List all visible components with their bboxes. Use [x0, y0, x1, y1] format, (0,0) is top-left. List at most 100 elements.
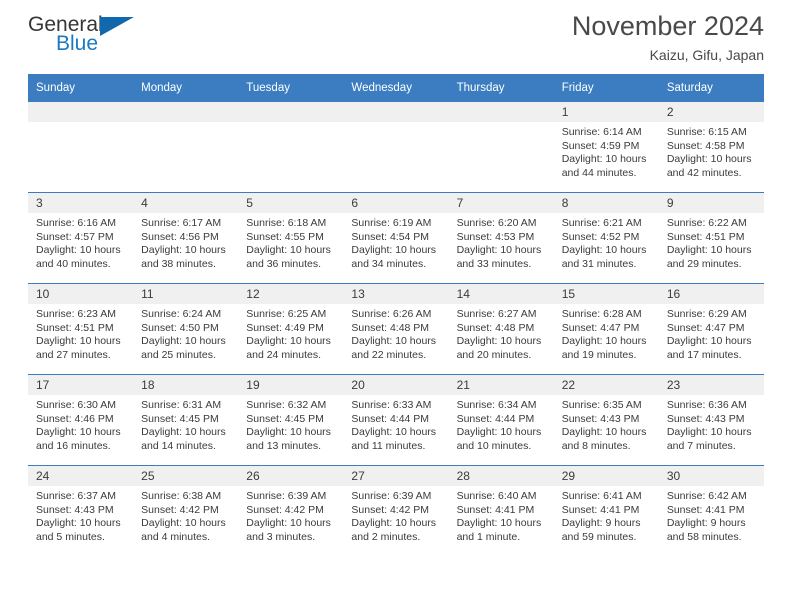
daylight-duration-line1: Daylight: 10 hours [141, 244, 226, 256]
sunrise-time: Sunrise: 6:32 AM [246, 399, 327, 411]
daylight-duration-line1: Daylight: 10 hours [36, 426, 121, 438]
calendar-day-cell[interactable]: 25 Sunrise: 6:38 AM Sunset: 4:42 PM Dayligh… [133, 465, 239, 556]
daylight-duration-line1: Daylight: 10 hours [456, 517, 542, 529]
sunrise-time: Sunrise: 6:38 AM [141, 490, 222, 502]
calendar-day-cell[interactable]: 2 Sunrise: 6:15 AM Sunset: 4:58 PM Daylight… [658, 102, 764, 193]
daylight-duration-line1: Daylight: 9 hours [666, 517, 746, 529]
daylight-duration-line1: Daylight: 10 hours [246, 517, 331, 529]
sunrise-time: Sunrise: 6:20 AM [456, 217, 537, 229]
sunrise-time: Sunrise: 6:16 AM [36, 217, 116, 229]
daylight-duration-line2: and 29 minutes. [666, 257, 742, 270]
daylight-duration-line1: Daylight: 10 hours [36, 335, 121, 347]
daylight-duration-line1: Daylight: 10 hours [666, 426, 752, 438]
daylight-duration-line1: Daylight: 10 hours [246, 244, 331, 256]
day-number: 6 [343, 193, 449, 213]
day-sun-info: Sunrise: 6:26 AM Sunset: 4:48 PM Daylight:… [343, 304, 448, 362]
calendar-day-cell[interactable]: 6 Sunrise: 6:19 AM Sunset: 4:54 PM Daylight… [343, 192, 449, 284]
calendar-day-cell[interactable]: 15 Sunrise: 6:28 AM Sunset: 4:47 PM Dayligh… [553, 283, 659, 375]
day-number: 19 [238, 375, 344, 395]
day-number: 10 [28, 284, 134, 304]
day-number [238, 102, 344, 122]
day-sun-info: Sunrise: 6:22 AM Sunset: 4:51 PM Daylight:… [659, 213, 764, 271]
calendar-day-cell[interactable]: 9 Sunrise: 6:22 AM Sunset: 4:51 PM Daylight… [658, 192, 764, 284]
sunrise-time: Sunrise: 6:41 AM [561, 490, 642, 502]
day-number: 23 [658, 375, 764, 395]
daylight-duration-line2: and 24 minutes. [246, 348, 321, 361]
calendar-day-cell[interactable]: 17 Sunrise: 6:30 AM Sunset: 4:46 PM Dayligh… [28, 374, 134, 466]
sunrise-time: Sunrise: 6:15 AM [666, 126, 747, 138]
calendar-day-cell[interactable]: 30 Sunrise: 6:42 AM Sunset: 4:41 PM Dayligh… [658, 465, 764, 556]
daylight-duration-line2: and 8 minutes. [561, 439, 631, 452]
general-blue-logo[interactable]: General Blue [28, 14, 158, 62]
daylight-duration-line1: Daylight: 10 hours [561, 335, 647, 347]
calendar-day-cell[interactable]: 28 Sunrise: 6:40 AM Sunset: 4:41 PM Dayligh… [448, 465, 554, 556]
daylight-duration-line2: and 10 minutes. [456, 439, 532, 452]
calendar-day-cell[interactable]: 1 Sunrise: 6:14 AM Sunset: 4:59 PM Daylight… [553, 102, 659, 193]
calendar-day-cell[interactable]: 29 Sunrise: 6:41 AM Sunset: 4:41 PM Dayligh… [553, 465, 659, 556]
weekday-header-wednesday: Wednesday [343, 74, 449, 102]
daylight-duration-line2: and 20 minutes. [456, 348, 532, 361]
calendar-day-cell[interactable]: 23 Sunrise: 6:36 AM Sunset: 4:43 PM Dayligh… [658, 374, 764, 466]
calendar-day-cell[interactable]: 26 Sunrise: 6:39 AM Sunset: 4:42 PM Dayligh… [238, 465, 344, 556]
daylight-duration-line1: Daylight: 10 hours [246, 335, 331, 347]
calendar-day-cell[interactable]: 21 Sunrise: 6:34 AM Sunset: 4:44 PM Dayligh… [448, 374, 554, 466]
day-number: 21 [448, 375, 554, 395]
day-sun-info: Sunrise: 6:33 AM Sunset: 4:44 PM Daylight:… [343, 395, 448, 453]
calendar-day-cell[interactable]: 22 Sunrise: 6:35 AM Sunset: 4:43 PM Dayligh… [553, 374, 659, 466]
day-sun-info: Sunrise: 6:30 AM Sunset: 4:46 PM Daylight:… [28, 395, 133, 453]
sunrise-time: Sunrise: 6:27 AM [456, 308, 537, 320]
calendar-day-cell[interactable]: 5 Sunrise: 6:18 AM Sunset: 4:55 PM Daylight… [238, 192, 344, 284]
calendar-day-cell[interactable]: 24 Sunrise: 6:37 AM Sunset: 4:43 PM Dayligh… [28, 465, 134, 556]
day-number: 14 [448, 284, 554, 304]
day-number: 24 [28, 466, 134, 486]
daylight-duration-line1: Daylight: 10 hours [351, 335, 437, 347]
daylight-duration-line1: Daylight: 10 hours [456, 244, 542, 256]
daylight-duration-line1: Daylight: 10 hours [141, 426, 226, 438]
calendar-day-cell[interactable]: 19 Sunrise: 6:32 AM Sunset: 4:45 PM Dayligh… [238, 374, 344, 466]
calendar-week-row: 3 Sunrise: 6:16 AM Sunset: 4:57 PM Daylight… [28, 192, 764, 284]
sunset-time: Sunset: 4:53 PM [456, 230, 535, 243]
calendar-day-cell[interactable]: 4 Sunrise: 6:17 AM Sunset: 4:56 PM Daylight… [133, 192, 239, 284]
daylight-duration-line1: Daylight: 10 hours [141, 335, 226, 347]
sunset-time: Sunset: 4:42 PM [351, 503, 430, 516]
calendar-day-cell[interactable]: 7 Sunrise: 6:20 AM Sunset: 4:53 PM Daylight… [448, 192, 554, 284]
day-sun-info: Sunrise: 6:38 AM Sunset: 4:42 PM Daylight:… [133, 486, 238, 544]
calendar-day-cell[interactable]: 14 Sunrise: 6:27 AM Sunset: 4:48 PM Dayligh… [448, 283, 554, 375]
day-number [343, 102, 449, 122]
weekday-header-friday: Friday [553, 74, 659, 102]
daylight-duration-line1: Daylight: 10 hours [141, 517, 226, 529]
sunset-time: Sunset: 4:46 PM [36, 412, 114, 425]
calendar-week-row: 17 Sunrise: 6:30 AM Sunset: 4:46 PM Dayligh… [28, 374, 764, 466]
calendar-day-cell[interactable]: 27 Sunrise: 6:39 AM Sunset: 4:42 PM Dayligh… [343, 465, 449, 556]
daylight-duration-line2: and 42 minutes. [666, 166, 742, 179]
calendar-day-cell[interactable]: 20 Sunrise: 6:33 AM Sunset: 4:44 PM Dayligh… [343, 374, 449, 466]
calendar-day-cell[interactable]: 10 Sunrise: 6:23 AM Sunset: 4:51 PM Dayligh… [28, 283, 134, 375]
daylight-duration-line1: Daylight: 10 hours [666, 335, 752, 347]
calendar-day-cell[interactable]: 13 Sunrise: 6:26 AM Sunset: 4:48 PM Dayligh… [343, 283, 449, 375]
calendar-day-cell[interactable]: 16 Sunrise: 6:29 AM Sunset: 4:47 PM Dayligh… [658, 283, 764, 375]
daylight-duration-line2: and 44 minutes. [561, 166, 637, 179]
calendar-day-cell[interactable]: 12 Sunrise: 6:25 AM Sunset: 4:49 PM Dayligh… [238, 283, 344, 375]
daylight-duration-line2: and 13 minutes. [246, 439, 321, 452]
page-subtitle: Kaizu, Gifu, Japan [649, 47, 764, 63]
daylight-duration-line1: Daylight: 10 hours [351, 517, 437, 529]
calendar-day-cell[interactable]: 18 Sunrise: 6:31 AM Sunset: 4:45 PM Dayligh… [133, 374, 239, 466]
sunset-time: Sunset: 4:48 PM [456, 321, 535, 334]
calendar-day-cell[interactable]: 11 Sunrise: 6:24 AM Sunset: 4:50 PM Dayligh… [133, 283, 239, 375]
day-number: 9 [658, 193, 764, 213]
day-number: 29 [553, 466, 659, 486]
sunrise-time: Sunrise: 6:19 AM [351, 217, 432, 229]
calendar-day-cell[interactable]: 8 Sunrise: 6:21 AM Sunset: 4:52 PM Daylight… [553, 192, 659, 284]
day-sun-info: Sunrise: 6:18 AM Sunset: 4:55 PM Daylight:… [238, 213, 343, 271]
sunset-time: Sunset: 4:54 PM [351, 230, 430, 243]
daylight-duration-line2: and 59 minutes. [561, 530, 637, 543]
day-sun-info: Sunrise: 6:17 AM Sunset: 4:56 PM Daylight:… [133, 213, 238, 271]
calendar-day-cell[interactable]: 3 Sunrise: 6:16 AM Sunset: 4:57 PM Daylight… [28, 192, 134, 284]
calendar-day-cell-empty [133, 102, 239, 193]
title-block: November 2024 Kaizu, Gifu, Japan [572, 10, 764, 65]
sunrise-time: Sunrise: 6:17 AM [141, 217, 222, 229]
day-sun-info: Sunrise: 6:20 AM Sunset: 4:53 PM Daylight:… [449, 213, 554, 271]
sunset-time: Sunset: 4:49 PM [246, 321, 324, 334]
sunrise-time: Sunrise: 6:25 AM [246, 308, 327, 320]
logo-text-blue: Blue [56, 32, 99, 55]
